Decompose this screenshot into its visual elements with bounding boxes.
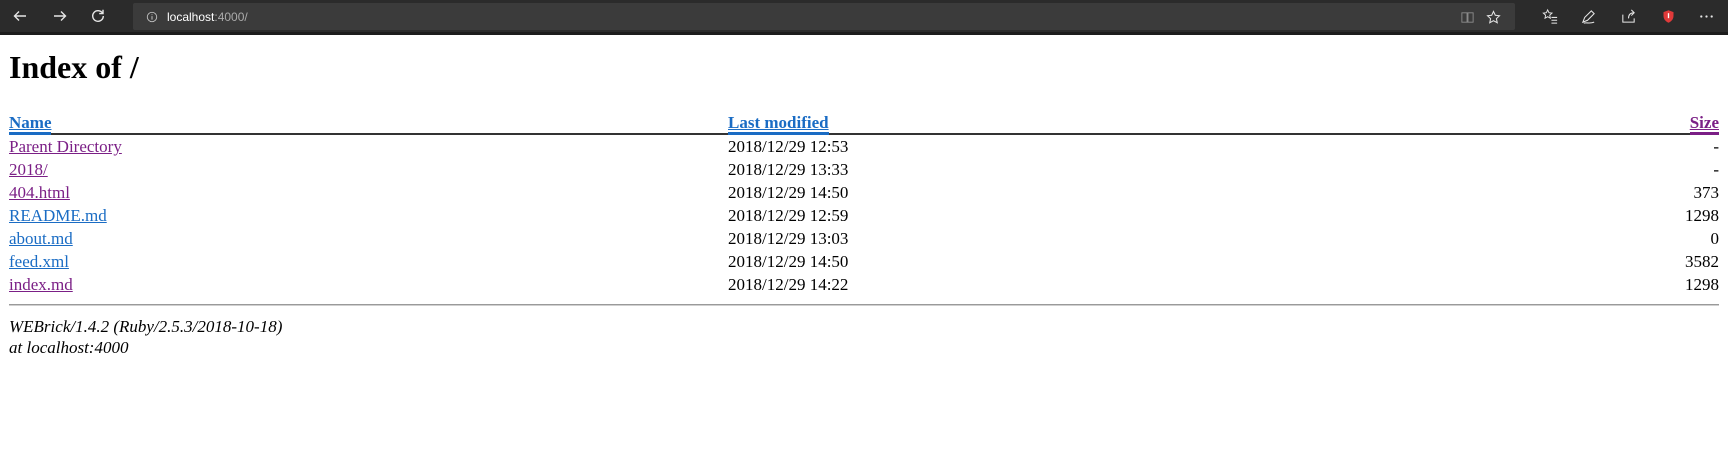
cell-name: index.md [9,273,728,296]
shield-extension-icon[interactable] [1658,6,1678,26]
cell-size: 373 [1693,183,1720,202]
table-row: 404.html 2018/12/29 14:50 373 [9,181,1719,204]
cell-name: 404.html [9,181,728,204]
cell-size: - [1713,160,1719,179]
table-row: about.md 2018/12/29 13:03 0 [9,227,1719,250]
cell-last-modified: 2018/12/29 13:33 [728,160,849,179]
cell-size: 1298 [1685,206,1719,225]
star-icon[interactable] [1484,8,1502,26]
table-row: README.md 2018/12/29 12:59 1298 [9,204,1719,227]
favorites-list-icon[interactable] [1540,6,1560,26]
cell-name: README.md [9,204,728,227]
table-header-row: Name Last modified Size [9,113,1719,135]
cell-name: 2018/ [9,158,728,181]
cell-size: 1298 [1685,275,1719,294]
cell-size: 0 [1710,229,1720,248]
server-signature: WEBrick/1.4.2 (Ruby/2.5.3/2018-10-18) at… [9,316,1719,358]
cell-last-modified: 2018/12/29 12:59 [728,206,849,225]
cell-size: 3582 [1685,252,1719,271]
arrow-left-icon [13,11,26,21]
sort-by-name-link[interactable]: Name [9,113,52,135]
file-listing-table: Name Last modified Size Parent Directory… [9,113,1719,296]
column-header-size: Size [1500,113,1719,135]
info-icon[interactable] [145,10,159,24]
sort-by-modified-link[interactable]: Last modified [728,113,829,135]
table-row: 2018/2018/12/29 13:33 - [9,158,1719,181]
page-title: Index of / [9,49,139,85]
column-header-name: Name [9,113,728,135]
table-row: index.md 2018/12/29 14:22 1298 [9,273,1719,296]
cell-last-modified: 2018/12/29 12:53 [728,137,849,156]
table-row: Parent Directory 2018/12/29 12:53 - [9,134,1719,158]
pen-icon[interactable] [1578,6,1598,26]
cell-last-modified: 2018/12/29 14:22 [728,275,849,294]
file-link[interactable]: Parent Directory [9,137,122,156]
file-link[interactable]: about.md [9,229,73,248]
arrow-right-icon [54,11,67,21]
more-icon[interactable] [1696,6,1716,26]
file-link[interactable]: README.md [9,206,107,225]
forward-button[interactable] [42,0,78,32]
file-link[interactable]: feed.xml [9,252,69,271]
server-host: at localhost:4000 [9,338,129,357]
cell-size: - [1713,137,1719,156]
cell-last-modified: 2018/12/29 14:50 [728,183,849,202]
browser-toolbar: localhost:4000/ [0,0,1728,35]
reading-view-icon[interactable] [1458,8,1476,26]
sort-by-size-link[interactable]: Size [1689,113,1719,135]
cell-name: about.md [9,227,728,250]
back-button[interactable] [2,0,38,32]
column-header-modified: Last modified [728,113,1501,135]
cell-last-modified: 2018/12/29 13:03 [728,229,849,248]
page-content: Index of / Name Last modified Size Paren… [0,47,1728,358]
file-link[interactable]: index.md [9,275,73,294]
url-input[interactable]: localhost:4000/ [167,10,1267,24]
footer-divider [9,304,1719,306]
cell-name: feed.xml [9,250,728,273]
url-port-path: :4000/ [214,9,248,24]
server-version: WEBrick/1.4.2 (Ruby/2.5.3/2018-10-18) [9,317,283,336]
file-link[interactable]: 2018/ [9,160,48,179]
cell-name: Parent Directory [9,134,728,158]
url-host: localhost [167,9,215,24]
share-icon[interactable] [1618,6,1638,26]
address-bar[interactable]: localhost:4000/ [133,3,1515,30]
refresh-icon [92,9,104,22]
file-link[interactable]: 404.html [9,183,70,202]
table-row: feed.xml 2018/12/29 14:50 3582 [9,250,1719,273]
cell-last-modified: 2018/12/29 14:50 [728,252,849,271]
refresh-button[interactable] [80,0,116,32]
